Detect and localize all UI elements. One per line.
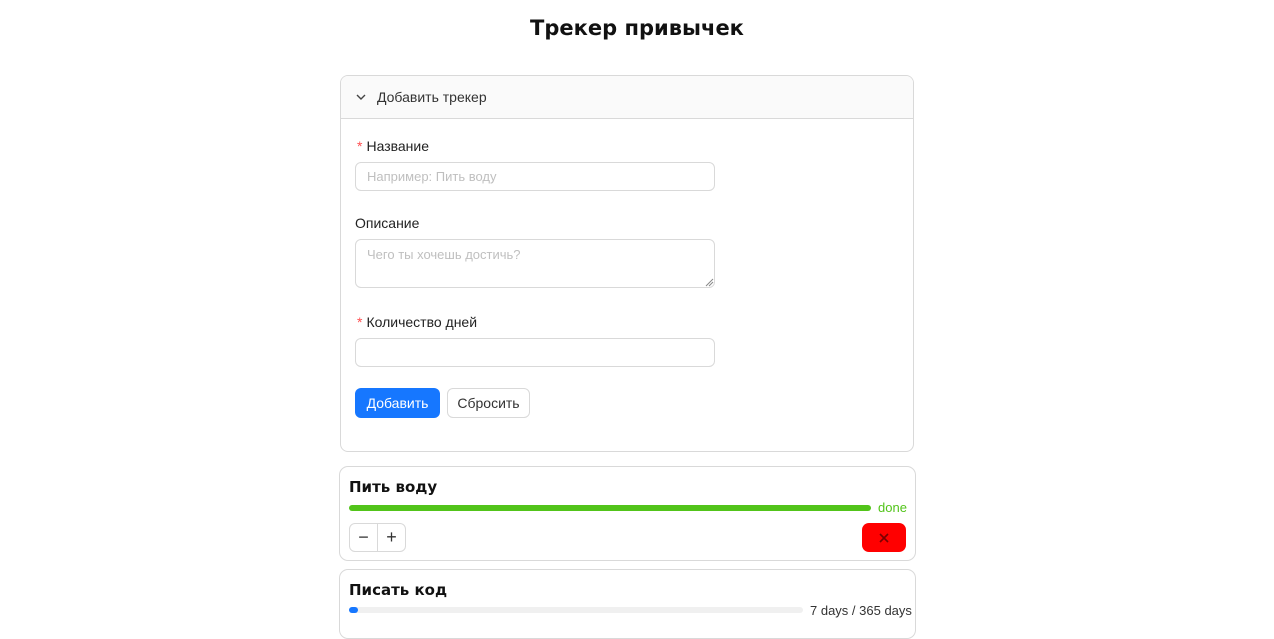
chevron-down-icon (356, 94, 366, 100)
progress-status: done (878, 500, 907, 515)
reset-button[interactable]: Сбросить (447, 388, 530, 418)
name-input[interactable] (355, 162, 715, 191)
tracker-card: Пить воду done − + (339, 466, 916, 561)
progress-bar-fill (349, 607, 358, 613)
close-icon (879, 532, 889, 543)
days-input[interactable] (355, 338, 715, 367)
progress-bar-fill (349, 505, 871, 511)
name-label-text: Название (366, 138, 430, 154)
required-mark: * (357, 138, 363, 154)
tracker-card: Писать код 7 days / 365 days (339, 569, 916, 639)
days-label-text: Количество дней (366, 314, 478, 330)
add-tracker-panel: Добавить трекер *Название Описание *Коли… (340, 75, 914, 452)
description-label: Описание (355, 215, 420, 231)
required-mark: * (357, 314, 363, 330)
progress-status: 7 days / 365 days (810, 603, 912, 618)
add-tracker-panel-header[interactable]: Добавить трекер (341, 76, 913, 119)
delete-button[interactable] (862, 523, 906, 552)
progress-bar (349, 607, 803, 613)
progress-bar (349, 505, 871, 511)
name-label: * Название (357, 138, 429, 154)
add-tracker-panel-title: Добавить трекер (377, 89, 487, 105)
days-label: * Количество дней (357, 314, 477, 330)
tracker-title: Писать код (349, 581, 448, 599)
decrement-button[interactable]: − (349, 523, 378, 552)
page-title: Трекер привычек (530, 16, 744, 40)
resize-grip-icon[interactable] (705, 278, 714, 287)
tracker-title: Пить воду (349, 478, 438, 496)
description-textarea[interactable] (355, 239, 715, 288)
increment-button[interactable]: + (377, 523, 406, 552)
add-button[interactable]: Добавить (355, 388, 440, 418)
